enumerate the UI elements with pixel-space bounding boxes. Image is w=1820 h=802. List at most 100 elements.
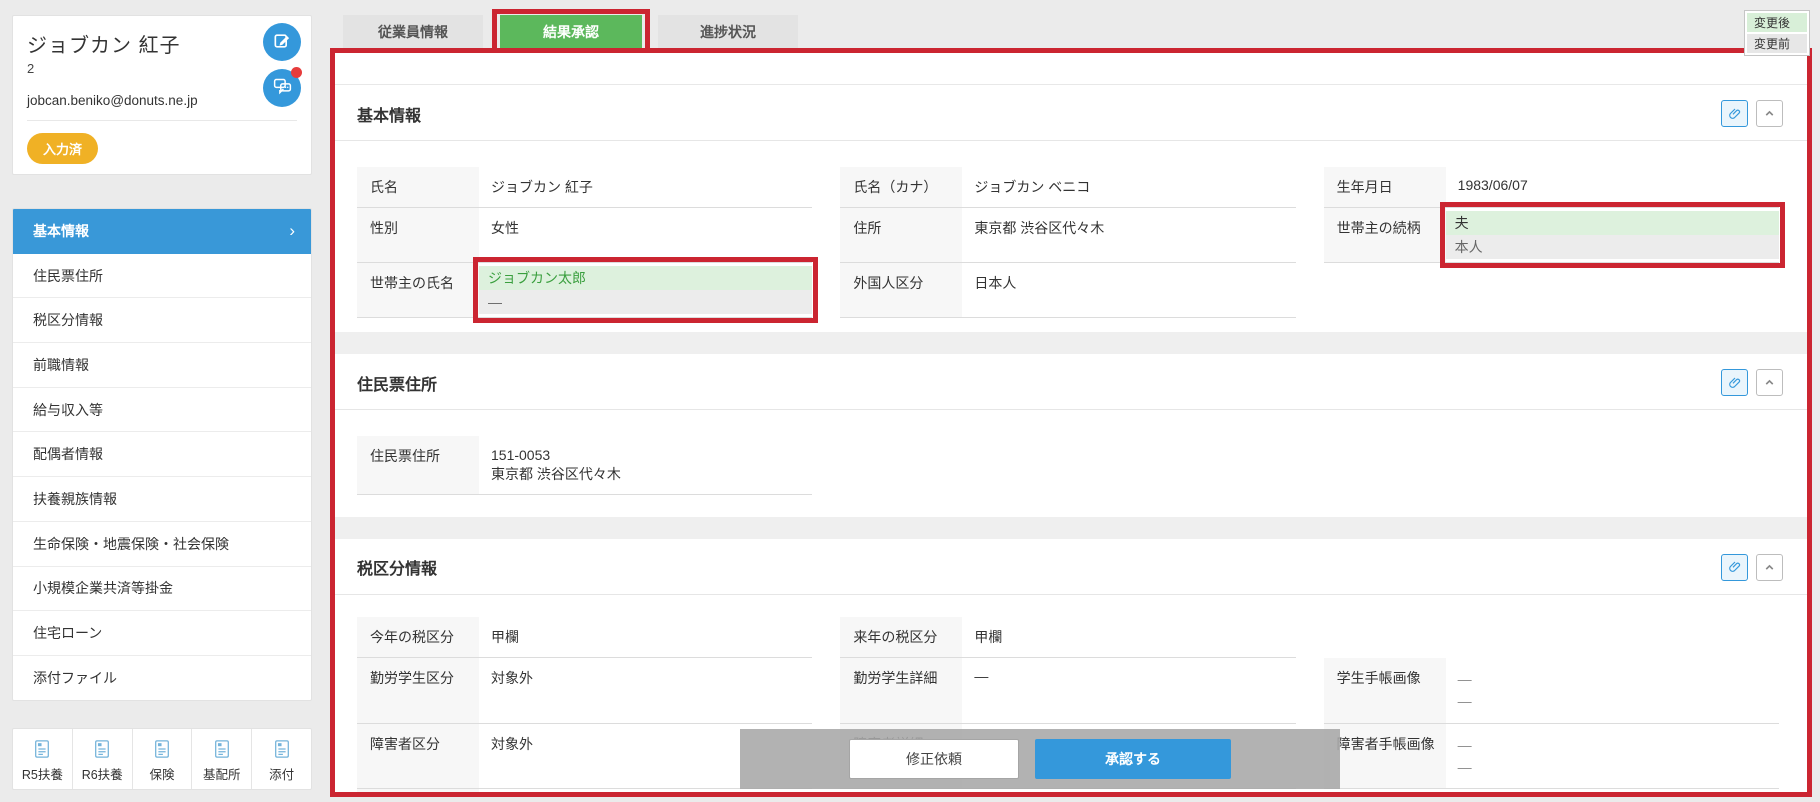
section-title: 税区分情報 bbox=[357, 561, 438, 579]
sidebar-item-label: 配偶者情報 bbox=[33, 446, 103, 463]
shortcut-label: 添付 bbox=[269, 768, 295, 782]
field-foreign-class: 外国人区分 日本人 bbox=[840, 263, 1296, 318]
value-before: — bbox=[479, 290, 813, 314]
sidebar-item-label: 住民票住所 bbox=[33, 267, 103, 284]
field-value: — bbox=[974, 667, 989, 684]
field-address: 住所 東京都 渋谷区代々木 bbox=[840, 208, 1296, 263]
sidebar-item-resident-address[interactable]: 住民票住所 bbox=[13, 254, 311, 299]
sidebar-item-insurance[interactable]: 生命保険・地震保険・社会保険 bbox=[13, 522, 311, 567]
field-working-student-detail: 勤労学生詳細 — bbox=[840, 657, 1296, 724]
document-icon bbox=[153, 739, 171, 762]
legend-before: 変更前 bbox=[1747, 34, 1807, 53]
attachment-button[interactable] bbox=[1721, 553, 1748, 581]
sidebar-item-spouse-info[interactable]: 配偶者情報 bbox=[13, 432, 311, 478]
shortcut-kihaisho[interactable]: 基配所 bbox=[192, 729, 253, 789]
edit-note-button[interactable] bbox=[263, 23, 301, 61]
field-resident-address: 住民票住所 151-0053 東京都 渋谷区代々木 bbox=[357, 436, 813, 495]
field-label: 来年の税区分 bbox=[840, 616, 963, 657]
document-icon bbox=[93, 739, 111, 762]
legend-after: 変更後 bbox=[1747, 13, 1807, 32]
sidebar-item-previous-job[interactable]: 前職情報 bbox=[13, 343, 311, 388]
field-value: 対象外 bbox=[479, 789, 812, 792]
shortcut-r6-dependents[interactable]: R6扶養 bbox=[73, 729, 133, 789]
value-after: — bbox=[1457, 736, 1472, 753]
content-top-strip bbox=[335, 53, 1807, 85]
approve-button[interactable]: 承認する bbox=[1035, 739, 1231, 779]
sidebar-item-label: 基本情報 bbox=[33, 222, 89, 239]
shortcut-attachment[interactable]: 添付 bbox=[252, 729, 311, 789]
field-tax-next-year: 来年の税区分 甲欄 bbox=[840, 616, 1296, 658]
page: ジョブカン 紅子 2 jobcan.beniko@donuts.ne.jp 入力… bbox=[0, 0, 1820, 802]
chevron-up-icon bbox=[1765, 564, 1774, 570]
value-after: — bbox=[1457, 670, 1472, 687]
field-label: ひとり親・寡婦区分 bbox=[357, 789, 479, 792]
tab-employee-info[interactable]: 従業員情報 bbox=[343, 15, 483, 48]
empty-cell bbox=[1324, 617, 1779, 658]
sidebar-item-salary-income[interactable]: 給与収入等 bbox=[13, 388, 311, 433]
edit-note-icon bbox=[272, 31, 292, 54]
change-annotation-box: 夫 本人 bbox=[1439, 202, 1786, 268]
section-title: 基本情報 bbox=[357, 107, 422, 125]
request-fix-button[interactable]: 修正依頼 bbox=[849, 739, 1019, 779]
field-label: 勤労学生詳細 bbox=[840, 657, 963, 723]
chat-button[interactable] bbox=[263, 67, 302, 107]
sidebar-item-housing-loan[interactable]: 住宅ローン bbox=[13, 611, 311, 656]
section-basic-info: 基本情報 氏名 ジョブカン 紅子 氏名（カナ） ジョブカン ベニコ 生年月日 1… bbox=[335, 85, 1807, 332]
tab-result-approval[interactable]: 結果承認 bbox=[500, 15, 642, 48]
address-text: 東京都 渋谷区代々木 bbox=[491, 465, 621, 482]
field-label: 世帯主の続柄 bbox=[1323, 208, 1446, 262]
sidebar-menu: 基本情報 › 住民票住所 税区分情報 前職情報 給与収入等 配偶者情報 扶養親族… bbox=[12, 208, 312, 701]
value-after: ジョブカン太郎 bbox=[479, 266, 813, 290]
field-value: 東京都 渋谷区代々木 bbox=[974, 220, 1105, 236]
sidebar-item-label: 生命保険・地震保険・社会保険 bbox=[33, 535, 229, 552]
collapse-button[interactable] bbox=[1756, 369, 1783, 396]
field-gender: 性別 女性 bbox=[357, 208, 813, 263]
chat-bubbles-icon bbox=[272, 76, 293, 100]
field-value: 甲欄 bbox=[491, 628, 519, 645]
status-badge: 入力済 bbox=[27, 133, 99, 164]
empty-cell bbox=[1324, 263, 1779, 318]
field-label: 学生手帳画像 bbox=[1323, 657, 1446, 723]
field-student-card-image: 学生手帳画像 — — bbox=[1323, 657, 1779, 724]
tab-progress[interactable]: 進捗状況 bbox=[658, 15, 798, 48]
value-after: 夫 bbox=[1445, 211, 1779, 235]
section-title: 住民票住所 bbox=[357, 376, 438, 394]
shortcut-label: R5扶養 bbox=[21, 768, 63, 782]
field-single-parent-widow: ひとり親・寡婦区分 対象外 bbox=[357, 789, 812, 792]
sidebar-item-tax-class[interactable]: 税区分情報 bbox=[13, 298, 311, 344]
field-label: 世帯主の氏名 bbox=[357, 263, 479, 317]
field-value: ジョブカン 紅子 bbox=[491, 179, 593, 195]
field-label: 外国人区分 bbox=[840, 263, 963, 317]
notification-dot bbox=[291, 67, 302, 78]
paperclip-icon bbox=[1728, 377, 1740, 388]
attachment-button[interactable] bbox=[1721, 100, 1748, 127]
field-value: ジョブカン ベニコ bbox=[974, 179, 1091, 195]
paperclip-icon bbox=[1728, 108, 1740, 119]
change-annotation-box: ジョブカン太郎 — bbox=[472, 257, 819, 323]
collapse-button[interactable] bbox=[1756, 100, 1783, 127]
collapse-button[interactable] bbox=[1756, 553, 1783, 581]
shortcut-label: R6扶養 bbox=[81, 768, 123, 782]
field-name: 氏名 ジョブカン 紅子 bbox=[357, 167, 813, 208]
chevron-right-icon: › bbox=[289, 220, 295, 240]
sidebar-item-basic-info[interactable]: 基本情報 › bbox=[13, 209, 311, 254]
field-label: 性別 bbox=[357, 208, 479, 262]
sidebar-item-label: 税区分情報 bbox=[33, 312, 103, 329]
shortcut-insurance[interactable]: 保険 bbox=[133, 729, 193, 789]
shortcut-r5-dependents[interactable]: R5扶養 bbox=[13, 729, 73, 789]
field-label: 障害者手帳画像 bbox=[1323, 723, 1446, 789]
field-name-kana: 氏名（カナ） ジョブカン ベニコ bbox=[840, 167, 1296, 208]
attachment-button[interactable] bbox=[1721, 369, 1748, 396]
field-label: 氏名 bbox=[357, 167, 479, 207]
sidebar-item-dependents[interactable]: 扶養親族情報 bbox=[13, 477, 311, 522]
field-label: 今年の税区分 bbox=[357, 616, 479, 657]
section-resident-address: 住民票住所 住民票住所 151-0053 東京都 渋谷区代々木 bbox=[335, 354, 1807, 517]
field-label: 住所 bbox=[840, 208, 963, 262]
field-householder-relation: 世帯主の続柄 夫 本人 bbox=[1323, 202, 1786, 268]
field-label: 住民票住所 bbox=[357, 436, 479, 494]
sidebar-item-label: 小規模企業共済等掛金 bbox=[33, 580, 173, 597]
field-value: 1983/06/07 bbox=[1457, 177, 1528, 193]
sidebar-item-attachments[interactable]: 添付ファイル bbox=[13, 656, 311, 700]
sidebar-item-mutual-aid[interactable]: 小規模企業共済等掛金 bbox=[13, 567, 311, 612]
profile-card: ジョブカン 紅子 2 jobcan.beniko@donuts.ne.jp 入力… bbox=[12, 15, 312, 175]
